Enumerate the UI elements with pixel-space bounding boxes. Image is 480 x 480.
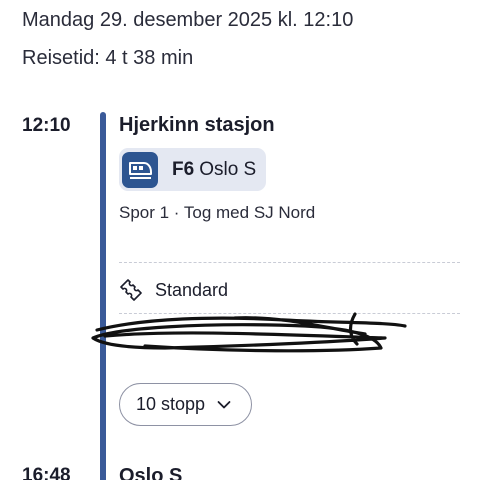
redaction-scribble: [91, 312, 407, 353]
stops-label: 10 stopp: [136, 394, 206, 414]
ticket-icon: [119, 278, 143, 302]
ticket-class-row: Standard: [119, 278, 228, 302]
trip-date-time: Mandag 29. desember 2025 kl. 12:10: [22, 9, 354, 31]
divider: [119, 262, 460, 263]
platform-operator-info: Spor 1 · Tog med SJ Nord: [119, 203, 316, 222]
ticket-class-label: Standard: [155, 279, 229, 300]
arrival-station[interactable]: Oslo S: [119, 465, 182, 480]
train-icon: [122, 151, 158, 188]
line-code: F6: [172, 158, 195, 180]
chevron-down-icon: [217, 400, 231, 408]
line-destination: Oslo S: [199, 158, 257, 180]
arrival-time: 16:48: [22, 465, 71, 480]
travel-time: Reisetid: 4 t 38 min: [22, 47, 194, 69]
stops-toggle-button[interactable]: 10 stopp: [119, 383, 253, 426]
timeline-line: [100, 112, 106, 480]
departure-time: 12:10: [22, 115, 71, 136]
departure-station[interactable]: Hjerkinn stasjon: [119, 114, 275, 137]
line-chip[interactable]: F6 Oslo S: [119, 148, 267, 191]
